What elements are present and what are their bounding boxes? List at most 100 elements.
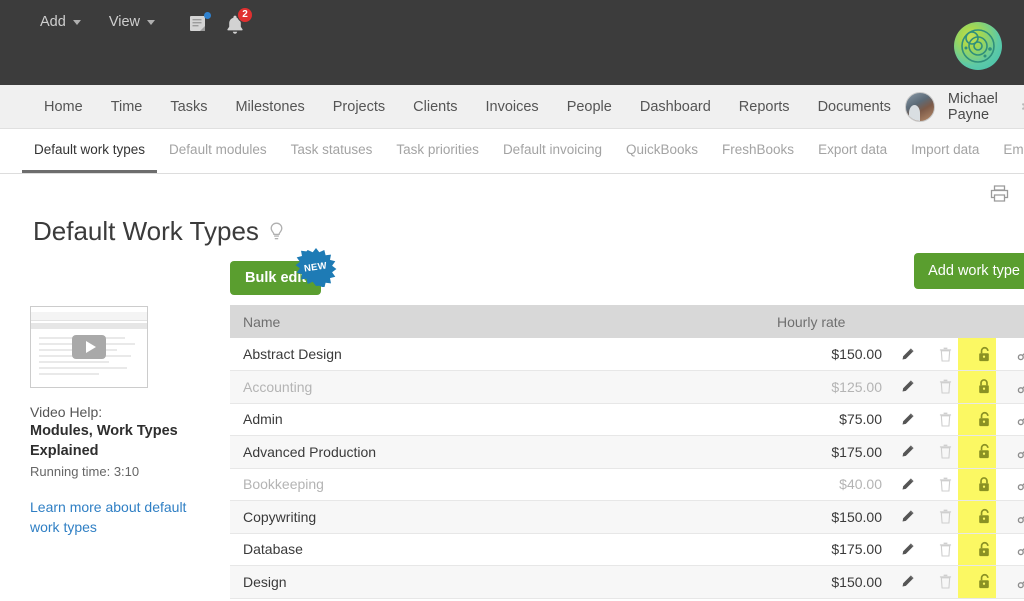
lock-row-button[interactable] [958, 403, 996, 436]
trash-icon [939, 477, 952, 492]
tab-default-work-types[interactable]: Default work types [22, 129, 157, 173]
link-row-button[interactable] [996, 371, 1024, 404]
tab-task-priorities[interactable]: Task priorities [384, 129, 491, 173]
nav-item-documents[interactable]: Documents [804, 85, 905, 129]
page-title-text: Default Work Types [33, 216, 259, 247]
lock-row-button[interactable] [958, 566, 996, 599]
nav-item-people[interactable]: People [553, 85, 626, 129]
link-row-button[interactable] [996, 338, 1024, 371]
edit-row-button[interactable] [882, 436, 920, 469]
view-menu[interactable]: View [97, 8, 171, 36]
lock-row-button[interactable] [958, 338, 996, 371]
nav-item-invoices[interactable]: Invoices [471, 85, 552, 129]
add-work-type-button[interactable]: Add work type [914, 253, 1024, 289]
table-row[interactable]: Abstract Design$150.00 [230, 338, 1024, 371]
table-row[interactable]: Database$175.00 [230, 533, 1024, 566]
tab-email-hopper[interactable]: Email Hopper [991, 129, 1024, 173]
notifications-button[interactable]: 2 [225, 14, 245, 35]
note-button[interactable] [189, 15, 207, 33]
delete-row-button[interactable] [920, 566, 958, 599]
tab-quickbooks[interactable]: QuickBooks [614, 129, 710, 173]
delete-row-button[interactable] [920, 436, 958, 469]
table-row[interactable]: Design$150.00 [230, 566, 1024, 599]
learn-more-link[interactable]: Learn more about default work types [30, 498, 190, 538]
link-row-button[interactable] [996, 533, 1024, 566]
tab-freshbooks[interactable]: FreshBooks [710, 129, 806, 173]
app-logo[interactable] [954, 22, 1002, 70]
tab-export-data[interactable]: Export data [806, 129, 899, 173]
lock-row-button[interactable] [958, 371, 996, 404]
video-thumbnail[interactable] [30, 306, 148, 388]
avatar[interactable] [905, 92, 935, 122]
padlock-icon [977, 573, 991, 590]
nav-item-dashboard[interactable]: Dashboard [626, 85, 725, 129]
edit-row-button[interactable] [882, 338, 920, 371]
lock-row-button[interactable] [958, 533, 996, 566]
table-row[interactable]: Accounting$125.00 [230, 371, 1024, 404]
link-row-button[interactable] [996, 468, 1024, 501]
delete-row-button[interactable] [920, 501, 958, 534]
delete-row-button[interactable] [920, 403, 958, 436]
nav-item-home[interactable]: Home [30, 85, 97, 129]
edit-row-button[interactable] [882, 566, 920, 599]
cell-name: Copywriting [230, 501, 764, 534]
delete-row-button[interactable] [920, 338, 958, 371]
chain-link-icon [1016, 476, 1024, 492]
top-bar-icons: 2 [189, 10, 245, 35]
edit-row-button[interactable] [882, 533, 920, 566]
tab-default-invoicing[interactable]: Default invoicing [491, 129, 614, 173]
chain-link-icon [1016, 379, 1024, 395]
thumb-line [39, 367, 127, 369]
pencil-icon [900, 412, 915, 427]
table-row[interactable]: Bookkeeping$40.00 [230, 468, 1024, 501]
add-menu[interactable]: Add [28, 8, 97, 36]
pencil-icon [900, 509, 915, 524]
settings-button[interactable] [1014, 98, 1024, 115]
user-name[interactable]: Michael Payne [948, 91, 998, 123]
lock-row-button[interactable] [958, 468, 996, 501]
edit-row-button[interactable] [882, 468, 920, 501]
link-row-button[interactable] [996, 403, 1024, 436]
nav-item-reports[interactable]: Reports [725, 85, 804, 129]
delete-row-button[interactable] [920, 371, 958, 404]
column-header-delete [920, 305, 958, 338]
delete-row-button[interactable] [920, 468, 958, 501]
delete-row-button[interactable] [920, 533, 958, 566]
thumb-navbar [31, 323, 147, 329]
link-row-button[interactable] [996, 501, 1024, 534]
nav-item-milestones[interactable]: Milestones [221, 85, 318, 129]
nav-item-time[interactable]: Time [97, 85, 157, 129]
cell-hourly-rate: $125.00 [764, 371, 882, 404]
tab-import-data[interactable]: Import data [899, 129, 991, 173]
lock-row-button[interactable] [958, 436, 996, 469]
trash-icon [939, 542, 952, 557]
nav-item-clients[interactable]: Clients [399, 85, 471, 129]
edit-row-button[interactable] [882, 371, 920, 404]
pencil-icon [900, 379, 915, 394]
table-row[interactable]: Advanced Production$175.00 [230, 436, 1024, 469]
link-row-button[interactable] [996, 566, 1024, 599]
link-row-button[interactable] [996, 436, 1024, 469]
edit-row-button[interactable] [882, 501, 920, 534]
lock-row-button[interactable] [958, 501, 996, 534]
video-help-sidebar: Video Help: Modules, Work Types Explaine… [30, 247, 230, 599]
cell-name: Accounting [230, 371, 764, 404]
tab-task-statuses[interactable]: Task statuses [279, 129, 385, 173]
table-row[interactable]: Copywriting$150.00 [230, 501, 1024, 534]
column-header-hourly-rate[interactable]: Hourly rate [764, 305, 882, 338]
table-row[interactable]: Admin$75.00 [230, 403, 1024, 436]
table-header-row: Name Hourly rate [230, 305, 1024, 338]
thumb-line [39, 361, 109, 363]
thumb-topbar [31, 312, 147, 321]
settings-subnav: Default work types Default modules Task … [0, 129, 1024, 174]
notifications-count-badge: 2 [237, 7, 253, 23]
lightbulb-icon[interactable] [269, 222, 284, 241]
work-types-panel: Bulk edit NEW Add work type [230, 247, 1024, 599]
column-header-name[interactable]: Name [230, 305, 764, 338]
column-header-edit [882, 305, 920, 338]
nav-item-projects[interactable]: Projects [319, 85, 399, 129]
nav-item-tasks[interactable]: Tasks [156, 85, 221, 129]
edit-row-button[interactable] [882, 403, 920, 436]
tab-default-modules[interactable]: Default modules [157, 129, 279, 173]
print-button[interactable] [989, 184, 1010, 203]
